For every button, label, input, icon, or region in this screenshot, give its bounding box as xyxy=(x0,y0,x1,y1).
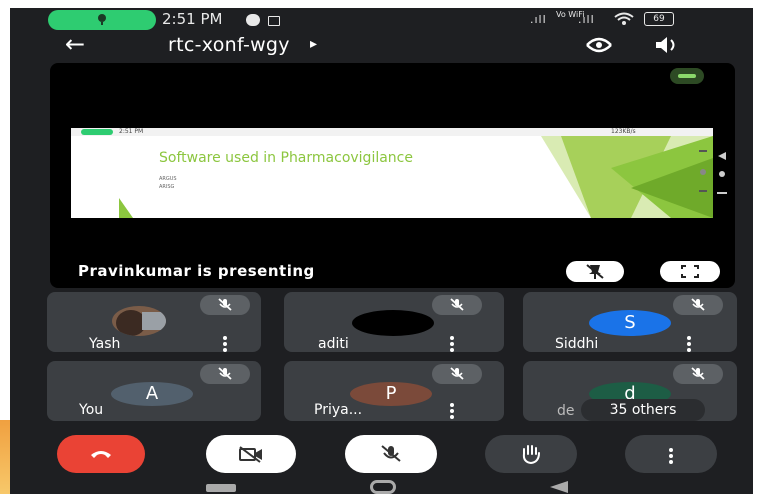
presenter-label: Pravinkumar is presenting xyxy=(78,262,315,280)
participant-tile-others[interactable]: d de 35 others xyxy=(523,361,737,421)
raise-hand-button[interactable] xyxy=(485,435,577,473)
avatar-photo xyxy=(112,306,166,336)
mic-off-icon xyxy=(691,298,705,311)
slide-left-mark xyxy=(131,138,135,142)
mic-off-icon xyxy=(218,298,232,311)
shared-slide: 2:51 PM 123KB/s Software used in Pharmac… xyxy=(71,128,713,218)
mic-off-icon xyxy=(691,367,705,380)
participant-tile-you[interactable]: A You xyxy=(47,361,261,421)
audio-level-indicator xyxy=(670,68,704,84)
mic-off-button[interactable] xyxy=(345,435,437,473)
switch-camera-icon[interactable] xyxy=(584,34,614,56)
status-time: 2:51 PM xyxy=(162,10,223,28)
fullscreen-icon xyxy=(681,265,699,278)
mic-icon xyxy=(98,14,106,25)
muted-chip xyxy=(673,364,723,384)
signal-icon-2: .ıll xyxy=(578,13,595,26)
unpin-icon xyxy=(586,264,604,279)
more-options-icon[interactable] xyxy=(450,403,454,421)
fullscreen-button[interactable] xyxy=(660,261,720,282)
phone-screen: 2:51 PM .ıll Vo WiFi .ıll 69 ← rtc-xonf-… xyxy=(10,8,753,494)
participant-name: Yash xyxy=(89,336,121,352)
more-options-icon[interactable] xyxy=(450,336,454,354)
participant-name: You xyxy=(79,402,104,418)
avatar-initial: S xyxy=(589,310,671,336)
avatar-initial: P xyxy=(350,382,432,406)
back-arrow-icon[interactable]: ← xyxy=(65,30,85,58)
more-vert-icon xyxy=(669,448,673,466)
participant-name: Siddhi xyxy=(555,336,599,352)
more-options-icon[interactable] xyxy=(223,336,227,354)
muted-chip xyxy=(200,364,250,384)
participant-name: Priya... xyxy=(314,402,363,418)
speaker-icon[interactable] xyxy=(652,35,682,55)
call-active-pill[interactable] xyxy=(48,10,156,30)
phone-hangup-icon xyxy=(91,451,111,458)
signal-icon: .ıll xyxy=(530,13,547,26)
participant-tile-yash[interactable]: Yash xyxy=(47,292,261,352)
muted-chip xyxy=(432,364,482,384)
wifi-icon xyxy=(614,12,634,25)
participant-name: aditi xyxy=(318,336,349,352)
unpin-button[interactable] xyxy=(566,261,624,282)
nav-back-button[interactable] xyxy=(548,480,570,494)
participant-tile-siddhi[interactable]: S Siddhi xyxy=(523,292,737,352)
slide-decoration xyxy=(119,136,713,218)
participant-tile-aditi[interactable]: aditi xyxy=(284,292,504,352)
muted-chip xyxy=(673,295,723,315)
more-options-button[interactable] xyxy=(625,435,717,473)
nav-recents-button[interactable] xyxy=(206,484,236,492)
camera-off-button[interactable] xyxy=(206,435,296,473)
avatar-initial: A xyxy=(111,382,193,406)
meeting-code[interactable]: rtc-xonf-wgy xyxy=(168,34,290,56)
participant-name: de xyxy=(557,403,575,419)
nav-home-button[interactable] xyxy=(370,480,396,494)
end-call-button[interactable] xyxy=(57,435,145,473)
video-off-icon xyxy=(239,446,262,463)
mic-off-icon xyxy=(381,445,401,462)
muted-chip xyxy=(200,295,250,315)
avatar-black xyxy=(352,310,434,336)
hand-icon xyxy=(522,445,540,464)
screen-cast-icon xyxy=(268,16,280,26)
mic-off-icon xyxy=(450,298,464,311)
mic-off-icon xyxy=(218,367,232,380)
participant-tile-priya[interactable]: P Priya... xyxy=(284,361,504,421)
battery-level: 69 xyxy=(653,14,665,24)
chat-bubble-icon xyxy=(246,14,260,26)
muted-chip xyxy=(432,295,482,315)
meeting-info-chevron-icon[interactable]: ▸ xyxy=(310,36,317,52)
battery-icon: 69 xyxy=(644,12,674,26)
more-options-icon[interactable] xyxy=(687,336,691,354)
mic-off-icon xyxy=(450,367,464,380)
others-count-chip[interactable]: 35 others xyxy=(581,399,705,421)
slide-side-controls xyxy=(717,152,727,194)
